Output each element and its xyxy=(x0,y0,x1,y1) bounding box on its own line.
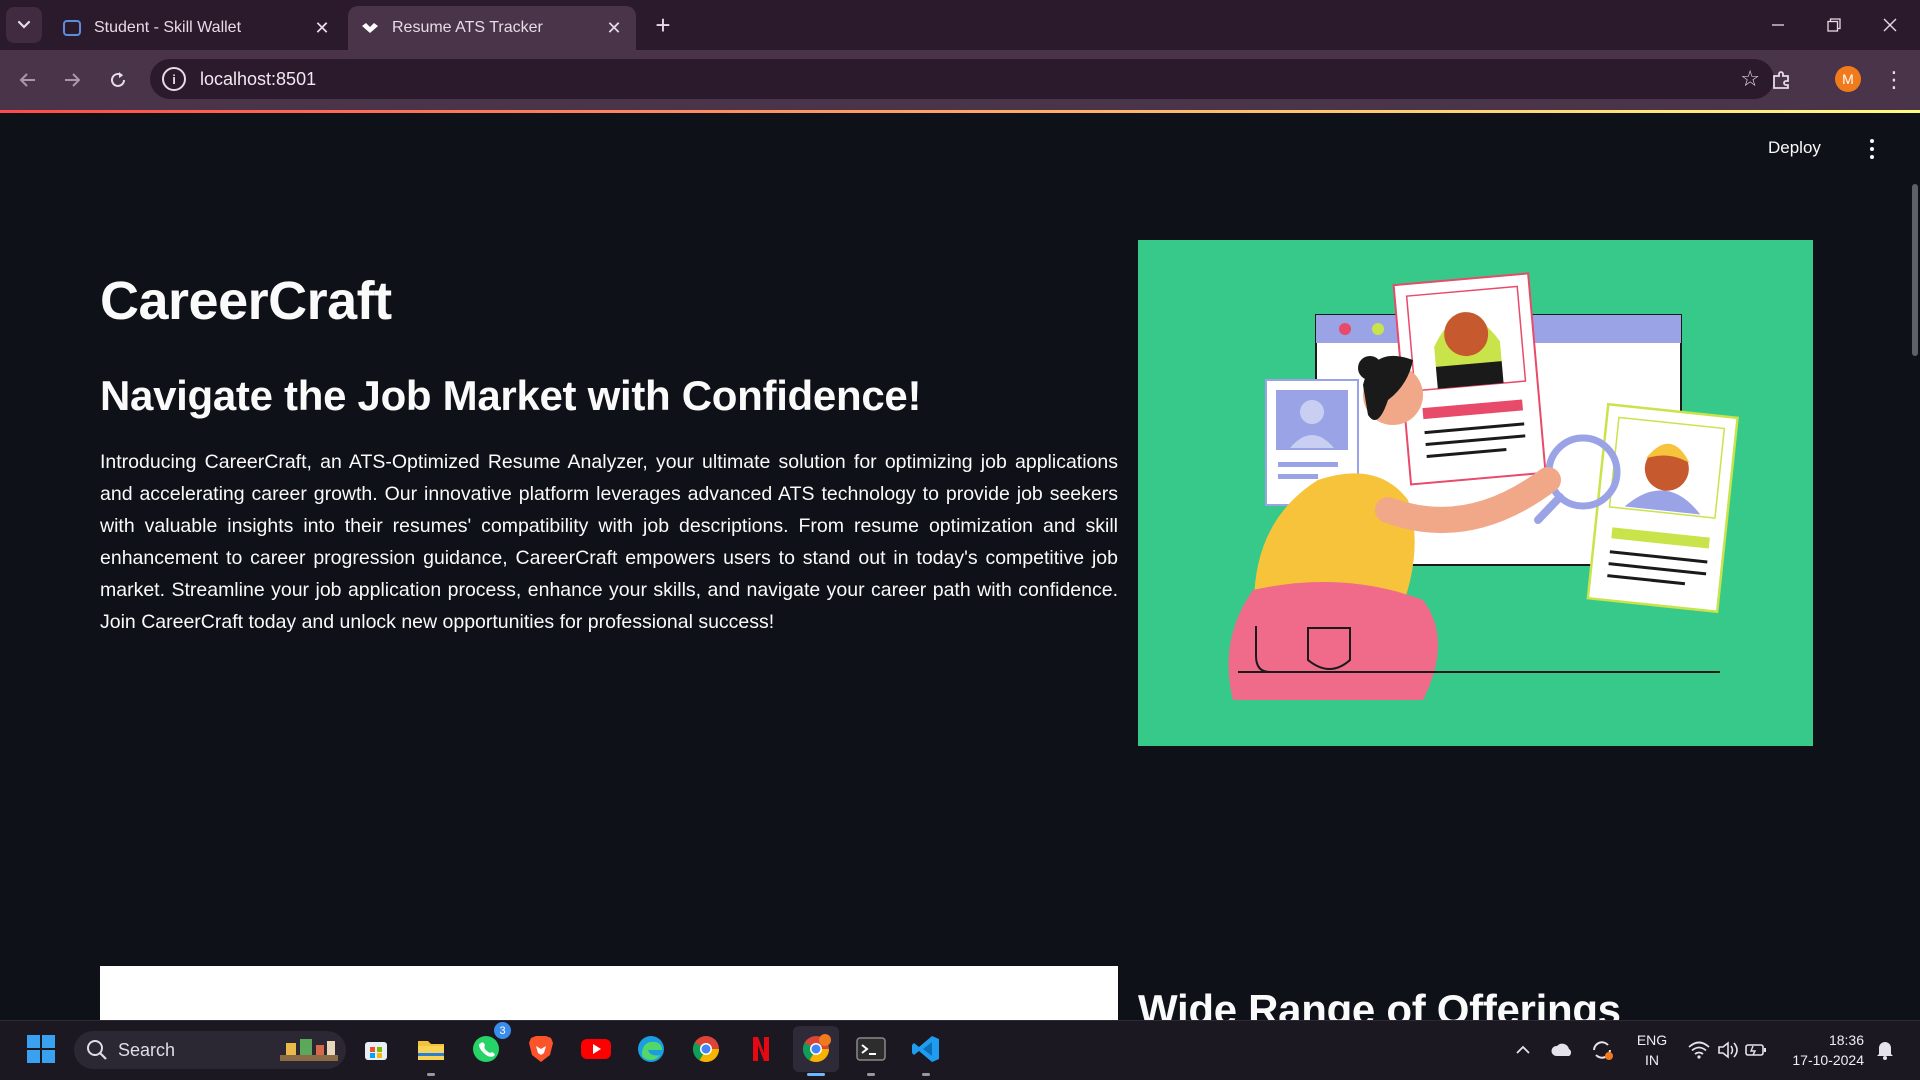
reload-button[interactable] xyxy=(98,60,138,100)
brave-icon xyxy=(529,1036,553,1062)
system-clock[interactable]: 18:36 17-10-2024 xyxy=(1784,1030,1864,1070)
hero-illustration xyxy=(1138,240,1813,746)
taskbar-store[interactable] xyxy=(353,1026,399,1072)
resume-review-illustration xyxy=(1228,272,1739,700)
notifications-button[interactable] xyxy=(1870,1020,1900,1080)
search-icon xyxy=(87,1040,107,1060)
taskbar-whatsapp[interactable]: 3 xyxy=(463,1022,511,1072)
scrollbar-thumb[interactable] xyxy=(1912,184,1918,356)
sync-tray[interactable] xyxy=(1586,1020,1618,1080)
speaker-icon xyxy=(1718,1041,1738,1059)
arrow-right-icon xyxy=(65,73,81,87)
taskbar-file-explorer[interactable] xyxy=(408,1026,454,1076)
app-menu-icon[interactable] xyxy=(1860,134,1884,164)
back-button[interactable] xyxy=(8,60,48,100)
terminal-icon xyxy=(856,1037,886,1061)
language-indicator[interactable]: ENG IN xyxy=(1632,1030,1672,1070)
clock-date: 17-10-2024 xyxy=(1792,1052,1864,1068)
skill-wallet-favicon-icon xyxy=(62,18,82,38)
bell-icon xyxy=(1877,1042,1893,1060)
netflix-icon xyxy=(753,1037,769,1061)
puzzle-icon xyxy=(1773,71,1789,89)
chrome-menu-icon[interactable]: ⋮ xyxy=(1880,62,1908,98)
intro-paragraph: Introducing CareerCraft, an ATS-Optimize… xyxy=(100,451,1118,633)
tab-student-skill-wallet[interactable]: Student - Skill Wallet ✕ xyxy=(50,6,344,50)
taskbar-terminal[interactable] xyxy=(848,1026,894,1076)
reload-icon xyxy=(111,72,125,87)
restore-button[interactable] xyxy=(1806,0,1862,50)
profile-avatar[interactable]: M xyxy=(1835,66,1861,92)
clock-time: 18:36 xyxy=(1828,1032,1864,1048)
minimize-button[interactable] xyxy=(1750,0,1806,50)
streamlit-favicon-icon xyxy=(360,18,380,38)
page-subtitle: Navigate the Job Market with Confidence! xyxy=(100,372,922,419)
search-label: Search xyxy=(118,1039,176,1060)
region-code: IN xyxy=(1645,1052,1659,1068)
close-tab-icon[interactable]: ✕ xyxy=(600,14,628,42)
streamlit-app: Deploy CareerCraft Navigate the Job Mark… xyxy=(0,110,1920,1020)
wifi-tray[interactable] xyxy=(1684,1020,1714,1080)
taskbar-chrome[interactable] xyxy=(683,1026,729,1072)
taskbar-search[interactable]: Search xyxy=(74,1031,346,1069)
page-title: CareerCraft xyxy=(100,271,392,331)
close-icon xyxy=(1883,18,1897,32)
cloud-icon xyxy=(1551,1043,1572,1056)
chevron-down-icon xyxy=(17,20,31,29)
minimize-icon xyxy=(1772,24,1784,26)
forward-button[interactable] xyxy=(52,60,92,100)
url-text[interactable]: localhost:8501 xyxy=(200,69,316,90)
chevron-up-icon xyxy=(1516,1045,1530,1054)
taskbar-vscode[interactable] xyxy=(903,1026,949,1076)
battery-tray[interactable] xyxy=(1742,1020,1770,1080)
onedrive-tray[interactable] xyxy=(1546,1020,1578,1080)
windows-start-icon xyxy=(27,1035,55,1063)
taskbar-netflix[interactable] xyxy=(738,1026,784,1072)
sync-icon xyxy=(1593,1041,1613,1060)
chrome-profile-icon xyxy=(802,1034,831,1063)
vscode-icon xyxy=(912,1036,939,1062)
bookmark-star-icon[interactable]: ☆ xyxy=(1740,66,1760,92)
whatsapp-badge: 3 xyxy=(494,1022,511,1039)
arrow-left-icon xyxy=(19,73,35,87)
whatsapp-icon xyxy=(473,1036,499,1062)
deploy-button[interactable]: Deploy xyxy=(1768,138,1821,158)
battery-icon xyxy=(1745,1044,1766,1056)
chrome-icon xyxy=(692,1036,720,1063)
extensions-button[interactable] xyxy=(1764,62,1800,98)
edge-icon xyxy=(638,1036,664,1062)
tab-title: Resume ATS Tracker xyxy=(392,19,543,36)
offerings-image-card xyxy=(100,966,1118,1020)
taskbar-chrome-profile[interactable] xyxy=(793,1026,839,1076)
widgets-icon xyxy=(280,1039,338,1061)
site-info-icon[interactable]: i xyxy=(162,67,186,91)
folder-icon xyxy=(418,1041,444,1060)
show-hidden-icons-button[interactable] xyxy=(1508,1020,1538,1080)
tab-search-button[interactable] xyxy=(6,7,42,43)
close-tab-icon[interactable]: ✕ xyxy=(308,14,336,42)
taskbar-youtube[interactable] xyxy=(573,1026,619,1072)
volume-tray[interactable] xyxy=(1714,1020,1742,1080)
offerings-heading: Wide Range of Offerings xyxy=(1138,986,1621,1020)
taskbar-brave[interactable] xyxy=(518,1026,564,1072)
microsoft-store-icon xyxy=(365,1042,387,1060)
address-bar[interactable]: i localhost:8501 ☆ xyxy=(150,59,1774,99)
youtube-icon xyxy=(581,1039,611,1059)
language-code: ENG xyxy=(1636,1032,1668,1048)
header-decoration-bar xyxy=(0,110,1920,113)
start-button[interactable] xyxy=(18,1026,64,1072)
wifi-icon xyxy=(1688,1041,1710,1059)
new-tab-button[interactable]: + xyxy=(648,10,678,40)
close-window-button[interactable] xyxy=(1862,0,1918,50)
taskbar-edge[interactable] xyxy=(628,1026,674,1072)
restore-icon xyxy=(1827,18,1841,32)
tab-title: Student - Skill Wallet xyxy=(94,19,242,36)
tab-resume-ats-tracker[interactable]: Resume ATS Tracker ✕ xyxy=(348,6,636,50)
